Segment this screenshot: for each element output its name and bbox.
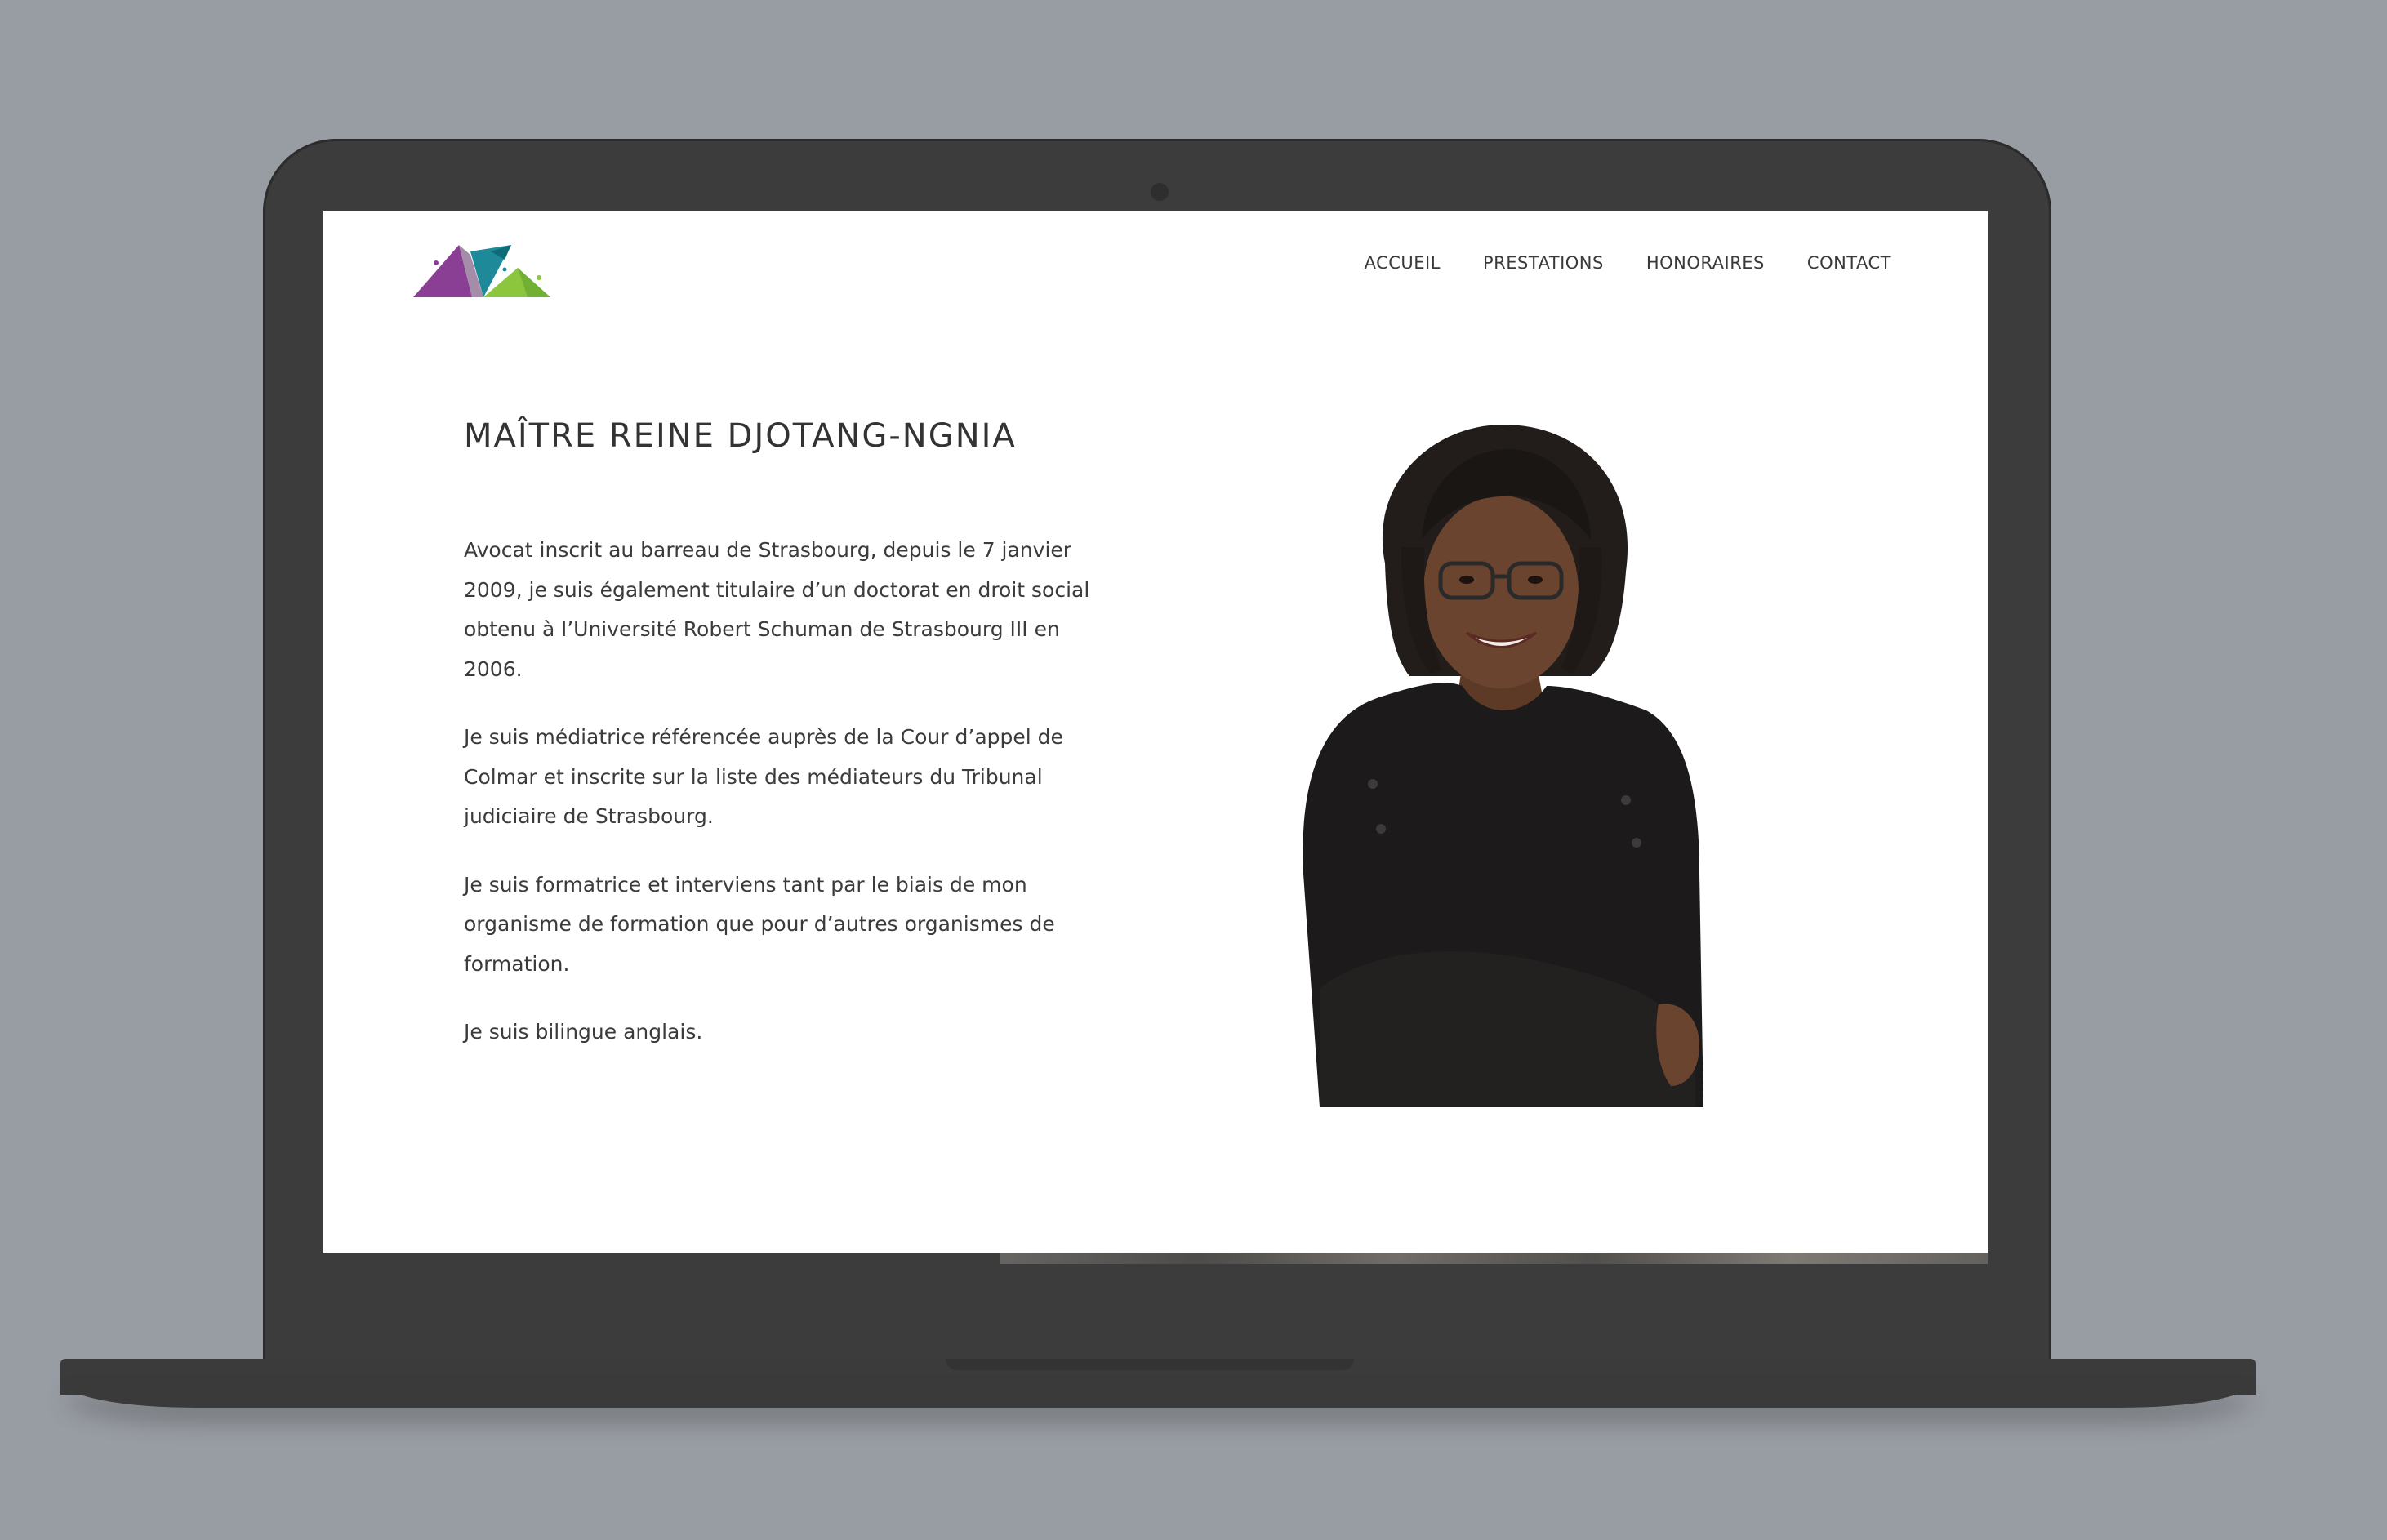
bio-paragraph: Je suis bilingue anglais.	[464, 1020, 703, 1044]
website-screen: ACCUEIL PRESTATIONS HONORAIRES CONTACT M…	[323, 211, 1988, 1253]
site-logo[interactable]	[413, 227, 552, 300]
portrait-button	[1632, 838, 1641, 848]
portrait-photo	[1303, 425, 1703, 1107]
laptop-notch	[946, 1359, 1354, 1370]
portrait-face	[1423, 496, 1579, 688]
page-title: MAÎTRE REINE DJOTANG-NGNIA	[464, 417, 1017, 455]
portrait-button	[1368, 779, 1378, 789]
bio-paragraph: Je suis médiatrice référencée auprès de …	[464, 725, 1063, 828]
nav-item-accueil[interactable]: ACCUEIL	[1365, 253, 1441, 273]
nav-item-contact[interactable]: CONTACT	[1807, 253, 1891, 273]
portrait-button	[1376, 824, 1386, 834]
portrait-button	[1621, 795, 1631, 805]
bio-paragraph: Avocat inscrit au barreau de Strasbourg,…	[464, 538, 1090, 681]
nav-item-honoraires[interactable]: HONORAIRES	[1646, 253, 1765, 273]
main-nav: ACCUEIL PRESTATIONS HONORAIRES CONTACT	[1365, 253, 1891, 273]
logo-dot-green	[537, 275, 541, 280]
webcam	[1151, 183, 1169, 201]
bio-paragraph: Je suis formatrice et interviens tant pa…	[464, 872, 1055, 976]
logo-dot-purple	[434, 260, 439, 265]
nav-item-prestations[interactable]: PRESTATIONS	[1483, 253, 1604, 273]
screen-bottom-strip	[1000, 1253, 1988, 1264]
bio-text: Avocat inscrit au barreau de Strasbourg,…	[464, 531, 1117, 1081]
logo-dot-teal	[502, 267, 507, 272]
portrait-eye-left	[1459, 576, 1474, 584]
portrait-eye-right	[1528, 576, 1543, 584]
laptop-base-edge	[65, 1383, 2251, 1408]
laptop-mockup: ACCUEIL PRESTATIONS HONORAIRES CONTACT M…	[0, 0, 2387, 1540]
